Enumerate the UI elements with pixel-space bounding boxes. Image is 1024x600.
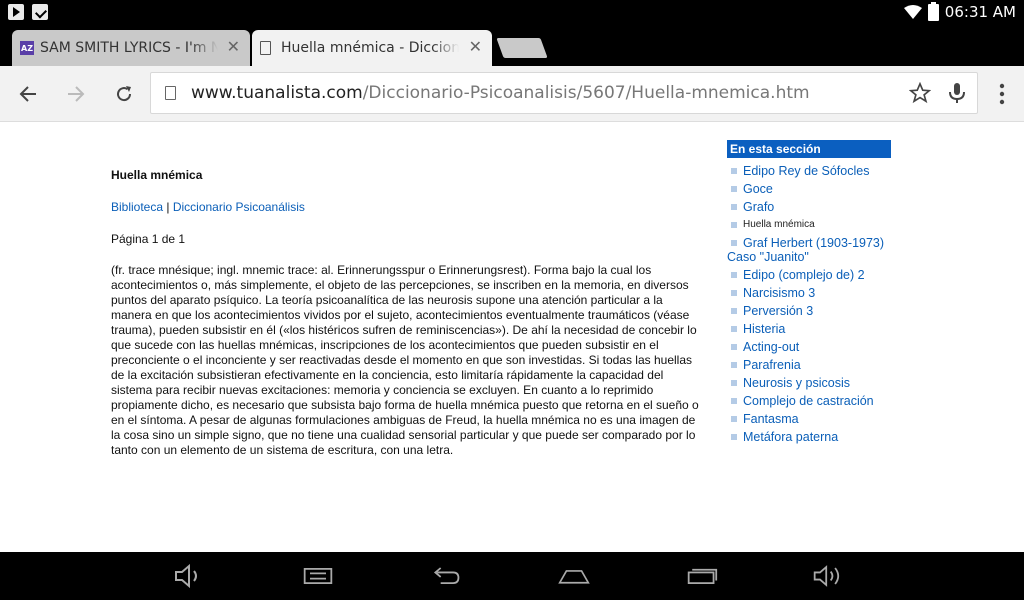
battery-icon: [927, 1, 939, 21]
sidebar-item-goce[interactable]: Goce: [727, 182, 891, 196]
sidebar-item-grafo[interactable]: Grafo: [727, 200, 891, 214]
breadcrumb-biblioteca-link[interactable]: Biblioteca: [111, 200, 163, 214]
sidebar-item-edipo-rey[interactable]: Edipo Rey de Sófocles: [727, 164, 891, 178]
forward-icon: [68, 86, 85, 102]
url-text[interactable]: www.tuanalista.com/Diccionario-Psicoanal…: [191, 83, 810, 103]
tab-title: Huella mnémica - Diccionario Psicoanális…: [281, 40, 459, 56]
forward-button[interactable]: [62, 80, 90, 108]
close-icon[interactable]: ✕: [469, 39, 482, 55]
sidebar-item-histeria[interactable]: Histeria: [727, 322, 891, 336]
sidebar-item-complejo-castracion[interactable]: Complejo de castración: [727, 394, 891, 408]
recents-icon[interactable]: [686, 562, 718, 590]
url-domain: www.tuanalista.com: [191, 83, 363, 103]
reload-button[interactable]: [110, 80, 138, 108]
breadcrumb-diccionario-link[interactable]: Diccionario Psicoanálisis: [173, 200, 305, 214]
reload-icon: [117, 86, 132, 102]
sidebar-item-acting-out[interactable]: Acting-out: [727, 340, 891, 354]
sidebar-item-narcisismo[interactable]: Narcisismo 3: [727, 286, 891, 300]
page-favicon-icon: [260, 41, 271, 55]
back-button[interactable]: [14, 80, 42, 108]
az-favicon-icon: AZ: [20, 41, 34, 55]
url-path: /Diccionario-Psicoanalisis/5607/Huella-m…: [362, 83, 810, 103]
pagination: Página 1 de 1: [111, 232, 186, 246]
shopping-bag-icon: [32, 4, 48, 20]
breadcrumb: Biblioteca | Diccionario Psicoanálisis: [111, 200, 703, 214]
tab-strip: AZ SAM SMITH LYRICS - I'm Not The Only O…: [0, 26, 1024, 66]
sidebar-item-graf-herbert[interactable]: Graf Herbert (1903-1973) Caso "Juanito": [727, 236, 891, 264]
star-icon[interactable]: [908, 81, 932, 108]
mic-icon[interactable]: [947, 82, 967, 108]
play-store-icon: [8, 4, 24, 20]
sidebar-item-perversion[interactable]: Perversión 3: [727, 304, 891, 318]
sidebar-item-metafora-paterna[interactable]: Metáfora paterna: [727, 430, 891, 444]
status-bar: 06:31 AM: [0, 0, 1024, 26]
sidebar-list: Edipo Rey de Sófocles Goce Grafo Huella …: [727, 164, 891, 444]
menu-icon[interactable]: [992, 80, 1012, 108]
home-icon[interactable]: [558, 562, 590, 590]
sidebar-heading: En esta sección: [727, 140, 891, 158]
section-sidebar: En esta sección Edipo Rey de Sófocles Go…: [727, 140, 891, 448]
sidebar-item-edipo-complejo[interactable]: Edipo (complejo de) 2: [727, 268, 891, 282]
new-tab-button[interactable]: [496, 38, 548, 58]
volume-down-icon[interactable]: [172, 562, 204, 590]
web-page: Huella mnémica Biblioteca | Diccionario …: [0, 122, 1024, 552]
volume-up-icon[interactable]: [812, 562, 844, 590]
browser-toolbar: www.tuanalista.com/Diccionario-Psicoanal…: [0, 66, 1024, 122]
system-nav-bar: [0, 552, 1024, 600]
close-icon[interactable]: ✕: [227, 39, 240, 55]
article: Huella mnémica Biblioteca | Diccionario …: [111, 168, 703, 458]
sidebar-item-fantasma[interactable]: Fantasma: [727, 412, 891, 426]
status-time: 06:31 AM: [944, 3, 1016, 21]
address-bar[interactable]: www.tuanalista.com/Diccionario-Psicoanal…: [150, 72, 978, 114]
tab-title: SAM SMITH LYRICS - I'm Not The Only One: [40, 40, 218, 56]
back-icon: [19, 86, 36, 102]
sidebar-item-huella-mnemica: Huella mnémica: [727, 218, 891, 232]
article-body: (fr. trace mnésique; ingl. mnemic trace:…: [111, 263, 699, 457]
wifi-icon: [903, 5, 922, 19]
breadcrumb-separator: |: [163, 200, 173, 214]
sidebar-item-parafrenia[interactable]: Parafrenia: [727, 358, 891, 372]
sidebar-item-neurosis-psicosis[interactable]: Neurosis y psicosis: [727, 376, 891, 390]
tab-sam-smith-lyrics[interactable]: AZ SAM SMITH LYRICS - I'm Not The Only O…: [12, 30, 250, 66]
tab-huella-mnemica[interactable]: Huella mnémica - Diccionario Psicoanális…: [252, 30, 492, 66]
screenshot-icon[interactable]: [302, 562, 334, 590]
page-title: Huella mnémica: [111, 168, 203, 182]
back-icon[interactable]: [430, 562, 462, 590]
page-icon: [165, 86, 176, 100]
